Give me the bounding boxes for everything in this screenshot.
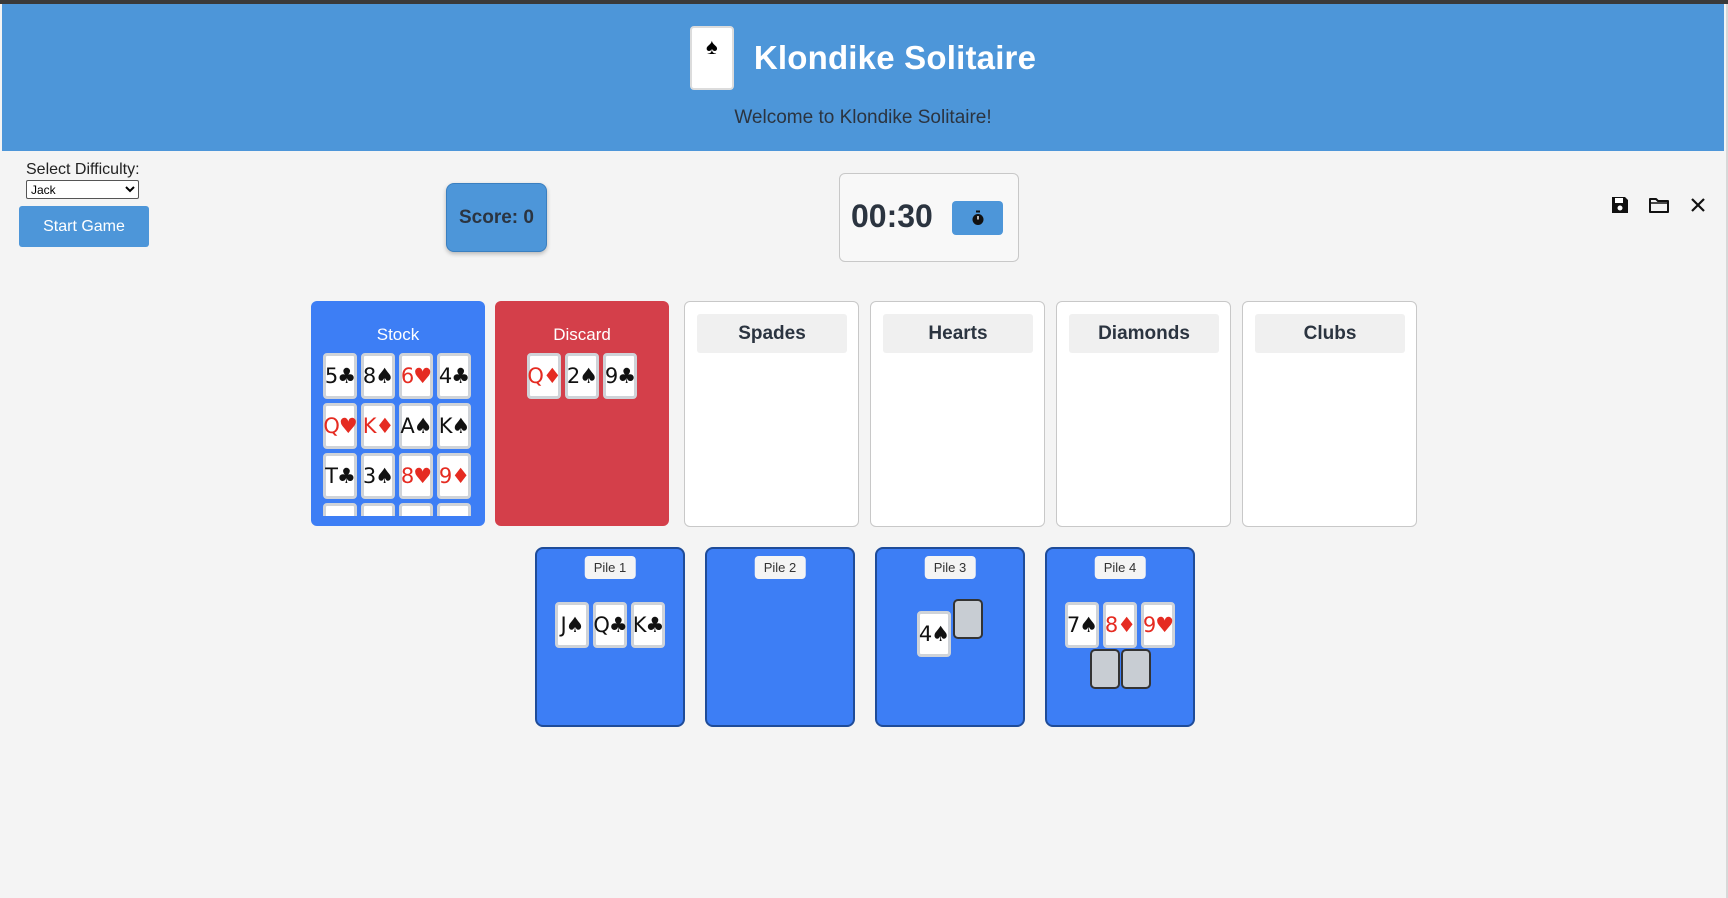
logo-suit: ♠ [705, 34, 718, 59]
start-game-button[interactable]: Start Game [19, 206, 149, 247]
playing-card[interactable]: 4♣ [437, 353, 471, 399]
floppy-disk-icon [1612, 197, 1628, 213]
playing-card[interactable]: T♣ [323, 453, 357, 499]
playing-card[interactable]: 9♣ [603, 353, 637, 399]
playing-card[interactable]: Q♥ [323, 403, 358, 449]
foundation-diamonds[interactable]: Diamonds [1056, 301, 1231, 527]
page-title: Klondike Solitaire [753, 39, 1037, 76]
foundation-spades[interactable]: Spades [684, 301, 859, 527]
playing-card[interactable]: 2♠ [565, 353, 599, 399]
spade-card-logo: ♠ [689, 26, 734, 90]
playing-card[interactable]: Q♣ [593, 602, 628, 648]
playing-card[interactable]: 4♠ [917, 611, 951, 657]
playing-card[interactable]: 3♠ [361, 453, 395, 499]
brand: ♠ Klondike Solitaire [2, 26, 1724, 90]
folder-icon [1649, 198, 1669, 213]
timer-display: 00:30 [851, 198, 933, 234]
foundation-label: Hearts [883, 314, 1033, 353]
playing-card[interactable]: 6♥ [399, 353, 433, 399]
facedown-row [1089, 649, 1151, 689]
stopwatch-button[interactable] [952, 201, 1003, 235]
stock-pile[interactable]: Stock 5♣ 8♠ 6♥ 4♣ Q♥ K♦ A♠ K♠ T♣ 3♠ 8♥ 9♦ [311, 301, 485, 526]
difficulty-label: Select Difficulty: [26, 161, 140, 178]
foundation-hearts[interactable]: Hearts [870, 301, 1045, 527]
pile-label: Pile 1 [584, 556, 636, 579]
pile-label: Pile 4 [1094, 556, 1146, 579]
tableau-pile-3[interactable]: Pile 3 4♠ [875, 547, 1025, 727]
open-button[interactable] [1647, 193, 1671, 217]
foundation-clubs[interactable]: Clubs [1242, 301, 1417, 527]
playing-card[interactable]: K♦ [361, 403, 395, 449]
save-button[interactable] [1608, 193, 1632, 217]
discard-cards: Q♦ 2♠ 9♣ [527, 353, 637, 399]
score-display: Score: 0 [446, 183, 547, 252]
difficulty-select[interactable]: Jack [26, 180, 139, 199]
pile-cards: 7♠ 8♦ 9♥ [1065, 602, 1175, 689]
stock-title: Stock [376, 325, 420, 344]
foundation-label: Clubs [1255, 314, 1405, 353]
playing-card[interactable] [361, 503, 395, 516]
tableau-pile-4[interactable]: Pile 4 7♠ 8♦ 9♥ [1045, 547, 1195, 727]
pile-label: Pile 2 [754, 556, 806, 579]
discard-title: Discard [553, 325, 611, 344]
playing-card[interactable]: 8♥ [399, 453, 433, 499]
stopwatch-icon [972, 210, 983, 225]
playing-card[interactable]: 5♣ [323, 353, 357, 399]
tableau-pile-2[interactable]: Pile 2 [705, 547, 855, 727]
stock-cards: 5♣ 8♠ 6♥ 4♣ Q♥ K♦ A♠ K♠ T♣ 3♠ 8♥ 9♦ [323, 353, 473, 516]
foundation-label: Spades [697, 314, 847, 353]
pile-cards: 4♠ [917, 599, 983, 657]
difficulty-control: Select Difficulty: Jack [26, 161, 140, 199]
playing-card[interactable]: 9♥ [1141, 602, 1175, 648]
playing-card[interactable] [399, 503, 433, 516]
facedown-card[interactable] [953, 599, 983, 639]
playing-card[interactable]: Q♦ [527, 353, 562, 399]
playing-card[interactable]: 8♠ [361, 353, 395, 399]
tableau-pile-1[interactable]: Pile 1 J♠ Q♣ K♣ [535, 547, 685, 727]
playing-card[interactable]: K♣ [631, 602, 665, 648]
playing-card[interactable] [323, 503, 357, 516]
playing-card[interactable] [437, 503, 471, 516]
pile-cards: J♠ Q♣ K♣ [555, 602, 665, 648]
playing-card[interactable]: A♠ [399, 403, 433, 449]
timer-panel: 00:30 [839, 173, 1019, 262]
welcome-message: Welcome to Klondike Solitaire! [734, 107, 992, 128]
close-button[interactable] [1686, 193, 1710, 217]
discard-pile[interactable]: Discard Q♦ 2♠ 9♣ [495, 301, 669, 526]
playing-card[interactable]: 9♦ [437, 453, 471, 499]
playing-card[interactable]: 8♦ [1103, 602, 1137, 648]
pile-label: Pile 3 [924, 556, 976, 579]
playing-card[interactable]: K♠ [437, 403, 471, 449]
close-icon [1691, 198, 1705, 212]
foundation-label: Diamonds [1069, 314, 1219, 353]
app-header: ♠ Klondike Solitaire Welcome to Klondike… [2, 4, 1724, 151]
playing-card[interactable]: J♠ [555, 602, 589, 648]
facedown-card[interactable] [1089, 649, 1120, 689]
facedown-card[interactable] [1120, 649, 1151, 689]
faceup-row: 7♠ 8♦ 9♥ [1065, 602, 1175, 648]
playing-card[interactable]: 7♠ [1065, 602, 1099, 648]
